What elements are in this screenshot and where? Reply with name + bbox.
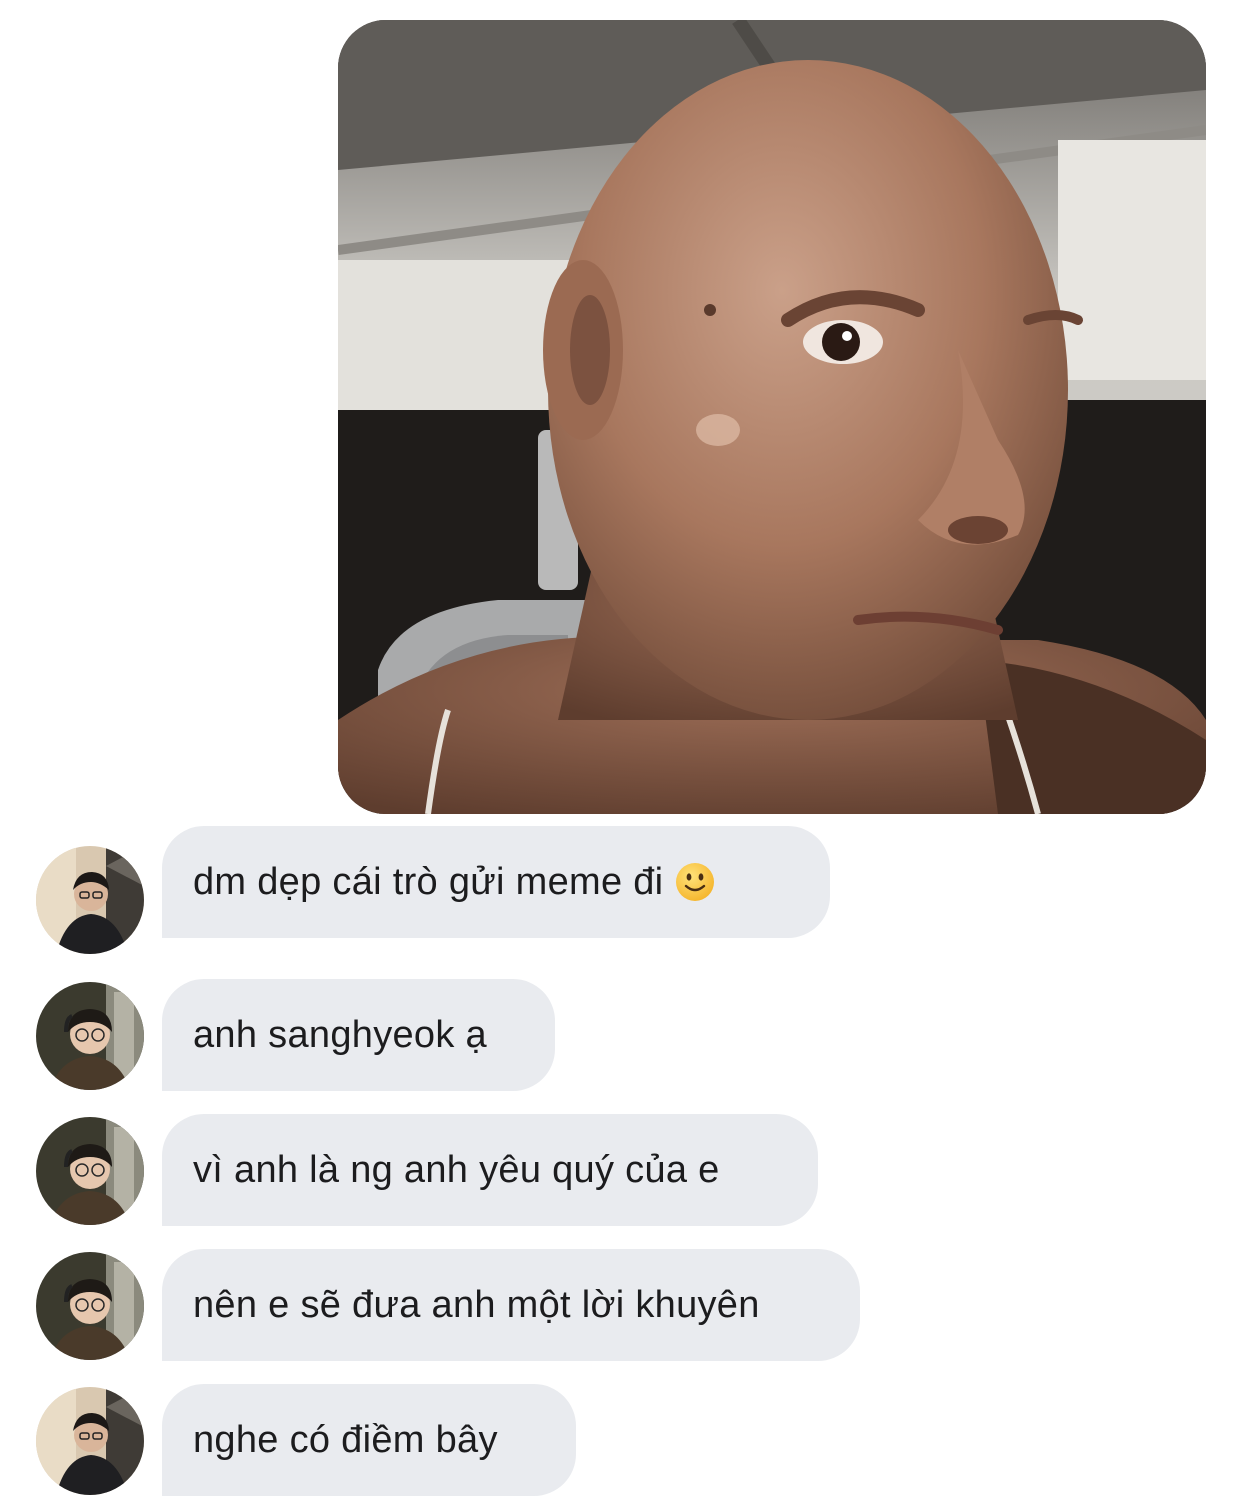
message-bubble[interactable]: anh sanghyeok ạ [162,979,555,1091]
message-bubble[interactable]: vì anh là ng anh yêu quý của e [162,1114,818,1226]
message-text: anh sanghyeok ạ [193,1013,487,1056]
message-text: vì anh là ng anh yêu quý của e [193,1148,720,1191]
message-text: nghe có điềm bây [193,1418,498,1461]
sent-photo[interactable] [338,20,1206,814]
slightly-smiling-face-emoji [675,862,715,902]
avatar-b-image [36,982,144,1090]
message-bubble[interactable]: dm dẹp cái trò gửi meme đi [162,826,830,938]
message-text: dm dẹp cái trò gửi meme đi [193,860,664,903]
avatar-b-image [36,1252,144,1360]
avatar-a-image [36,1387,144,1495]
avatar[interactable] [36,846,144,954]
message-bubble[interactable]: nên e sẽ đưa anh một lời khuyên [162,1249,860,1361]
chat-thread: dm dẹp cái trò gửi meme đi anh sanghyeok… [0,0,1242,1497]
message-bubble[interactable]: nghe có điềm bây [162,1384,576,1496]
avatar[interactable] [36,982,144,1090]
message-text: nên e sẽ đưa anh một lời khuyên [193,1283,760,1326]
avatar[interactable] [36,1387,144,1495]
avatar[interactable] [36,1252,144,1360]
avatar[interactable] [36,1117,144,1225]
avatar-b-image [36,1117,144,1225]
avatar-a-image [36,846,144,954]
selfie-photo-image [338,20,1206,814]
